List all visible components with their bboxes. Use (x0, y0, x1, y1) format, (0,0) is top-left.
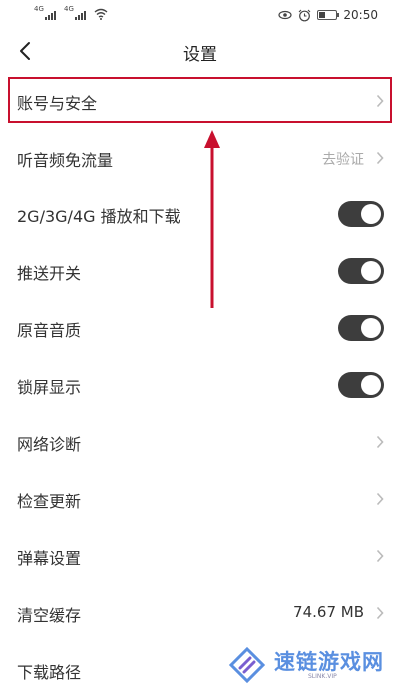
eye-icon (278, 10, 293, 20)
row-label: 锁屏显示 (17, 378, 82, 397)
row-label: 清空缓存 (17, 606, 82, 625)
row-label: 原音音质 (17, 321, 82, 340)
settings-row-mobile-data-playback: 2G/3G/4G 播放和下载 (0, 185, 400, 242)
chevron-right-icon (376, 606, 384, 620)
row-label: 推送开关 (17, 264, 82, 283)
settings-row-original-quality: 原音音质 (0, 299, 400, 356)
settings-row-free-traffic[interactable]: 听音频免流量 去验证 (0, 129, 400, 186)
alarm-icon (299, 9, 311, 21)
status-left: 4G 4G (34, 5, 108, 20)
highlight-box (8, 77, 392, 123)
mobile-data-toggle[interactable] (338, 201, 384, 227)
row-label: 2G/3G/4G 播放和下载 (17, 207, 181, 226)
original-quality-toggle[interactable] (338, 315, 384, 341)
row-label: 下载路径 (17, 663, 82, 682)
row-label: 检查更新 (17, 492, 82, 511)
settings-row-clear-cache[interactable]: 清空缓存 74.67 MB (0, 584, 400, 641)
settings-group-toggles: 2G/3G/4G 播放和下载 推送开关 原音音质 锁屏显示 (0, 185, 400, 413)
cache-size-value: 74.67 MB (293, 603, 364, 621)
settings-row-lockscreen: 锁屏显示 (0, 356, 400, 413)
row-label: 听音频免流量 (17, 151, 114, 170)
status-right: 20:50 (278, 8, 378, 22)
watermark-text: 速链游戏网 (274, 650, 384, 674)
row-label: 弹幕设置 (17, 549, 82, 568)
settings-row-check-update[interactable]: 检查更新 (0, 470, 400, 527)
chevron-right-icon (376, 492, 384, 506)
chevron-right-icon (376, 549, 384, 563)
header: 设置 (0, 30, 400, 72)
lockscreen-toggle[interactable] (338, 372, 384, 398)
page-title: 设置 (183, 45, 217, 65)
settings-row-push: 推送开关 (0, 242, 400, 299)
chevron-right-icon (376, 435, 384, 449)
watermark-sub: SLINK.VIP (308, 673, 337, 680)
watermark: 速链游戏网 SLINK.VIP (222, 640, 400, 693)
chevron-right-icon (376, 151, 384, 165)
signal-icon: 4G (64, 5, 86, 20)
wifi-icon (94, 8, 108, 20)
signal-icon: 4G (34, 5, 56, 20)
status-bar: 4G 4G 20:50 (0, 0, 400, 30)
row-value: 去验证 (322, 152, 364, 168)
settings-row-network-diagnosis[interactable]: 网络诊断 (0, 413, 400, 470)
push-toggle[interactable] (338, 258, 384, 284)
status-time: 20:50 (343, 8, 378, 22)
watermark-logo-icon (228, 646, 266, 684)
battery-icon (317, 10, 340, 20)
row-label: 网络诊断 (17, 435, 82, 454)
settings-row-danmaku[interactable]: 弹幕设置 (0, 527, 400, 584)
